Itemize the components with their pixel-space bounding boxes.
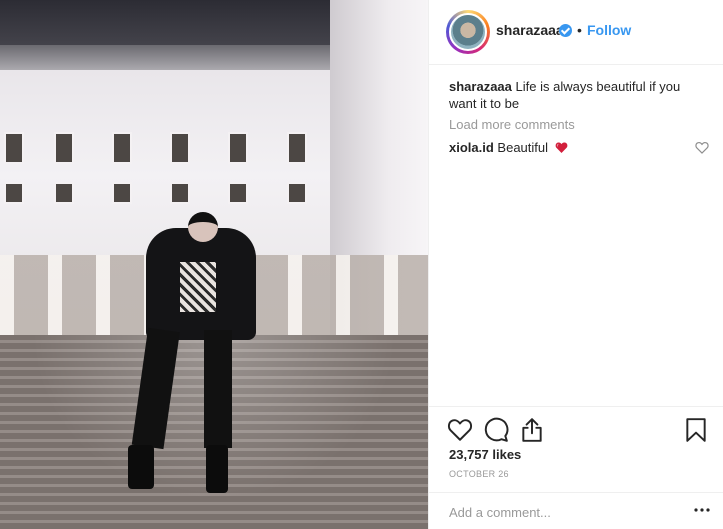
load-more-comments-button[interactable]: Load more comments	[449, 117, 575, 132]
photo-window	[287, 132, 307, 164]
author-username[interactable]: sharazaaa	[496, 22, 564, 38]
photo-person-leg	[204, 330, 232, 448]
photo-window	[170, 182, 190, 204]
comment-icon[interactable]	[483, 417, 509, 443]
red-heart-icon	[555, 142, 568, 153]
post-header: sharazaaa • Follow	[429, 0, 723, 65]
photo-window	[228, 132, 248, 164]
photo-window	[4, 182, 24, 204]
photo-window	[54, 132, 74, 164]
photo-window	[287, 182, 307, 204]
follow-separator: •	[577, 22, 582, 38]
comment-text: Beautiful	[497, 140, 549, 155]
photo-window	[170, 132, 190, 164]
post-side-panel: sharazaaa • Follow sharazaaa Life is alw…	[428, 0, 723, 529]
photo-person-boot	[206, 445, 228, 493]
avatar[interactable]	[446, 10, 490, 54]
photo-person-boot	[128, 445, 154, 489]
instagram-post: sharazaaa • Follow sharazaaa Life is alw…	[0, 0, 723, 529]
comment-like-icon[interactable]	[695, 141, 709, 154]
photo-person-shirt	[180, 262, 216, 312]
share-icon[interactable]	[519, 417, 545, 443]
photo-window	[112, 132, 132, 164]
add-comment-bar	[429, 492, 723, 529]
photo-window	[228, 182, 248, 204]
verified-badge-icon	[559, 24, 572, 37]
heart-icon[interactable]	[447, 417, 473, 443]
caption-username[interactable]: sharazaaa	[449, 79, 512, 94]
post-photo[interactable]	[0, 0, 428, 529]
caption: sharazaaa Life is always beautiful if yo…	[449, 78, 709, 112]
photo-window	[4, 132, 24, 164]
photo-window	[112, 182, 132, 204]
add-comment-input[interactable]	[449, 503, 689, 521]
likes-count[interactable]: 23,757 likes	[449, 447, 521, 462]
follow-button[interactable]: Follow	[587, 22, 631, 38]
comment-username[interactable]: xiola.id	[449, 140, 494, 155]
comment-item: xiola.id Beautiful	[449, 140, 709, 155]
photo-window	[54, 182, 74, 204]
post-date[interactable]: OCTOBER 26	[449, 469, 509, 479]
bookmark-icon[interactable]	[685, 417, 707, 443]
more-icon[interactable]	[694, 508, 710, 512]
avatar-image	[449, 13, 487, 51]
photo-person-head	[188, 212, 218, 242]
